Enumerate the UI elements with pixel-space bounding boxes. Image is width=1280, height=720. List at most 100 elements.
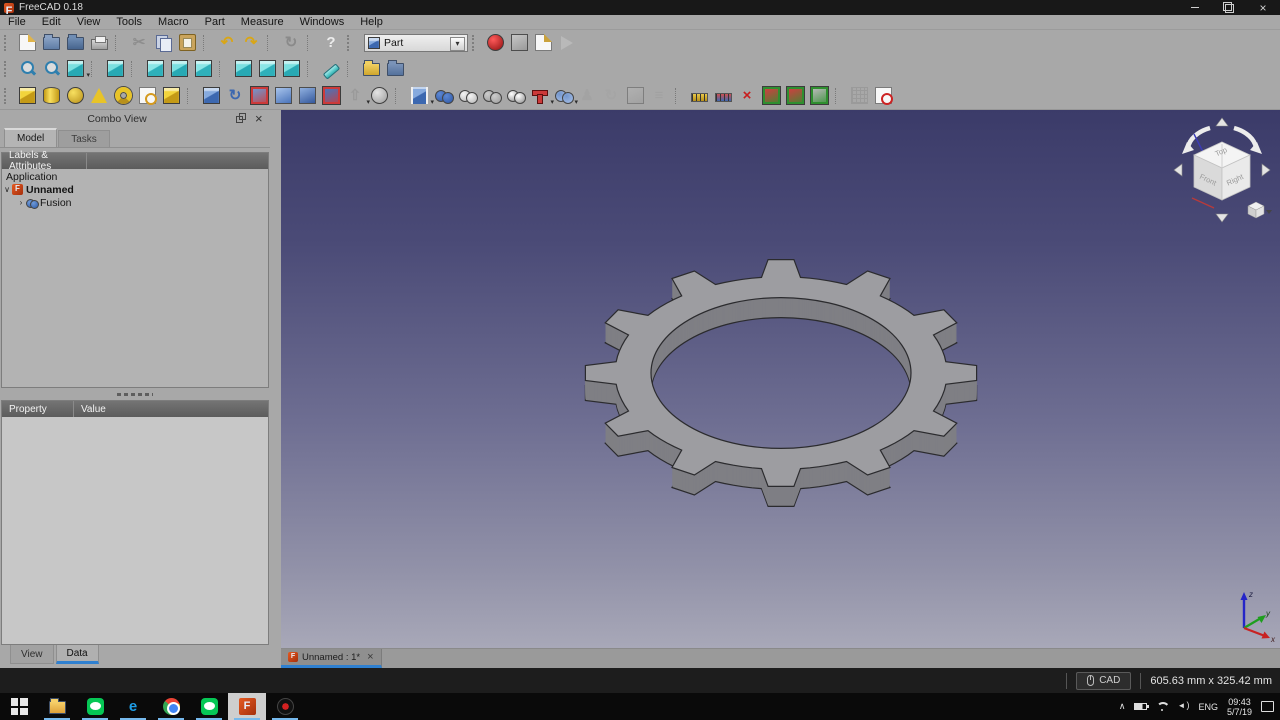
redo-button[interactable] — [239, 31, 263, 54]
tab-view[interactable]: View — [10, 645, 54, 664]
view-axonometric-button[interactable] — [103, 57, 127, 80]
offset-button[interactable] — [343, 84, 367, 107]
taskbar-line2-button[interactable] — [190, 693, 228, 720]
measure-toggle-all-button[interactable] — [783, 84, 807, 107]
cross-section-button[interactable] — [551, 84, 575, 107]
boolean-cut-button[interactable] — [455, 84, 479, 107]
boolean-union-button[interactable] — [479, 84, 503, 107]
export-part-button[interactable] — [359, 57, 383, 80]
print-button[interactable] — [87, 31, 111, 54]
cut-button[interactable] — [127, 31, 151, 54]
taskbar-explorer-button[interactable] — [38, 693, 76, 720]
macro-edit-button[interactable] — [531, 31, 555, 54]
revolve-button[interactable] — [223, 84, 247, 107]
model-tree[interactable]: Application ∨ Unnamed › Fusion — [2, 169, 268, 387]
extrude-button[interactable] — [199, 84, 223, 107]
view-front-button[interactable] — [143, 57, 167, 80]
menu-edit[interactable]: Edit — [34, 15, 69, 29]
compound-tools-button[interactable] — [407, 84, 431, 107]
box-button[interactable] — [15, 84, 39, 107]
document-tab[interactable]: Unnamed : 1* × — [281, 649, 382, 668]
macro-stop-button[interactable] — [507, 31, 531, 54]
view-top-button[interactable] — [167, 57, 191, 80]
navigation-cube[interactable]: Top Front Right — [1170, 114, 1274, 226]
taskbar-line-button[interactable] — [76, 693, 114, 720]
connect-button[interactable] — [527, 84, 551, 107]
tab-data[interactable]: Data — [56, 645, 99, 664]
torus-button[interactable] — [111, 84, 135, 107]
navcube-arrow-down[interactable] — [1216, 214, 1228, 222]
workbench-selector[interactable]: Part — [364, 34, 468, 52]
navcube-menu-chevron-icon[interactable] — [1266, 210, 1272, 214]
taskbar-chrome-button[interactable] — [152, 693, 190, 720]
navcube-arrow-up[interactable] — [1216, 118, 1228, 126]
menu-part[interactable]: Part — [197, 15, 233, 29]
create-primitives-button[interactable] — [135, 84, 159, 107]
ruled-surface-button[interactable] — [319, 84, 343, 107]
measure-toggle-3d-button[interactable] — [807, 84, 831, 107]
view-rear-button[interactable] — [231, 57, 255, 80]
cone-button[interactable] — [87, 84, 111, 107]
refresh-button[interactable] — [279, 31, 303, 54]
tree-item-fusion[interactable]: › Fusion — [2, 196, 268, 209]
draw-style-button[interactable] — [63, 57, 87, 80]
panel-splitter[interactable] — [0, 388, 270, 400]
navigation-style-button[interactable]: CAD — [1076, 672, 1131, 690]
cylinder-button[interactable] — [39, 84, 63, 107]
chamfer-button[interactable] — [295, 84, 319, 107]
tree-item-document[interactable]: ∨ Unnamed — [2, 183, 268, 196]
check-geometry-button[interactable] — [871, 84, 895, 107]
taskbar-start-button[interactable] — [0, 693, 38, 720]
3d-viewport[interactable]: Top Front Right z y x — [281, 110, 1280, 648]
view-right-button[interactable] — [191, 57, 215, 80]
notification-center-icon[interactable] — [1261, 701, 1274, 712]
boolean-button[interactable] — [431, 84, 455, 107]
view-left-button[interactable] — [279, 57, 303, 80]
save-button[interactable] — [63, 31, 87, 54]
new-button[interactable] — [15, 31, 39, 54]
collapse-icon[interactable]: ∨ — [2, 185, 12, 194]
rotate-right-arrowhead[interactable] — [1250, 142, 1262, 154]
fillet-button[interactable] — [271, 84, 295, 107]
expand-icon[interactable]: › — [16, 198, 26, 207]
tree-item-application[interactable]: Application — [2, 170, 268, 183]
property-grid[interactable] — [2, 417, 268, 644]
taskbar-edge-button[interactable] — [114, 693, 152, 720]
boolean-intersection-button[interactable] — [503, 84, 527, 107]
paste-button[interactable] — [175, 31, 199, 54]
measure-distance-button[interactable] — [319, 57, 343, 80]
whats-this-button[interactable] — [319, 31, 343, 54]
rotate-right-arrow[interactable] — [1234, 128, 1256, 148]
menu-macro[interactable]: Macro — [150, 15, 197, 29]
close-document-icon[interactable]: × — [367, 651, 373, 663]
battery-icon[interactable] — [1134, 703, 1147, 710]
language-indicator[interactable]: ENG — [1198, 702, 1218, 712]
close-button[interactable] — [1246, 0, 1280, 15]
measure-linear-button[interactable] — [687, 84, 711, 107]
minimize-button[interactable] — [1178, 0, 1212, 15]
navcube-arrow-left[interactable] — [1174, 164, 1182, 176]
restore-button[interactable] — [1212, 0, 1246, 15]
taskbar-freecad-button[interactable] — [228, 693, 266, 720]
view-bottom-button[interactable] — [255, 57, 279, 80]
clock[interactable]: 09:43 5/7/19 — [1227, 697, 1252, 717]
macro-play-button[interactable] — [555, 31, 579, 54]
menu-file[interactable]: File — [0, 15, 34, 29]
sphere-button[interactable] — [63, 84, 87, 107]
import-part-button[interactable] — [383, 57, 407, 80]
volume-icon[interactable] — [1177, 702, 1189, 712]
fit-all-button[interactable] — [15, 57, 39, 80]
gear-model[interactable] — [281, 110, 1280, 648]
taskbar-recorder-button[interactable] — [266, 693, 304, 720]
mirror-button[interactable] — [247, 84, 271, 107]
tab-tasks[interactable]: Tasks — [58, 130, 110, 147]
macro-record-button[interactable] — [483, 31, 507, 54]
open-button[interactable] — [39, 31, 63, 54]
measure-angular-button[interactable] — [711, 84, 735, 107]
rotate-left-arrowhead[interactable] — [1182, 142, 1194, 154]
menu-help[interactable]: Help — [352, 15, 391, 29]
close-panel-icon[interactable] — [252, 113, 266, 125]
measure-clear-button[interactable] — [735, 84, 759, 107]
float-panel-icon[interactable] — [234, 113, 248, 125]
measure-refresh-button[interactable] — [759, 84, 783, 107]
